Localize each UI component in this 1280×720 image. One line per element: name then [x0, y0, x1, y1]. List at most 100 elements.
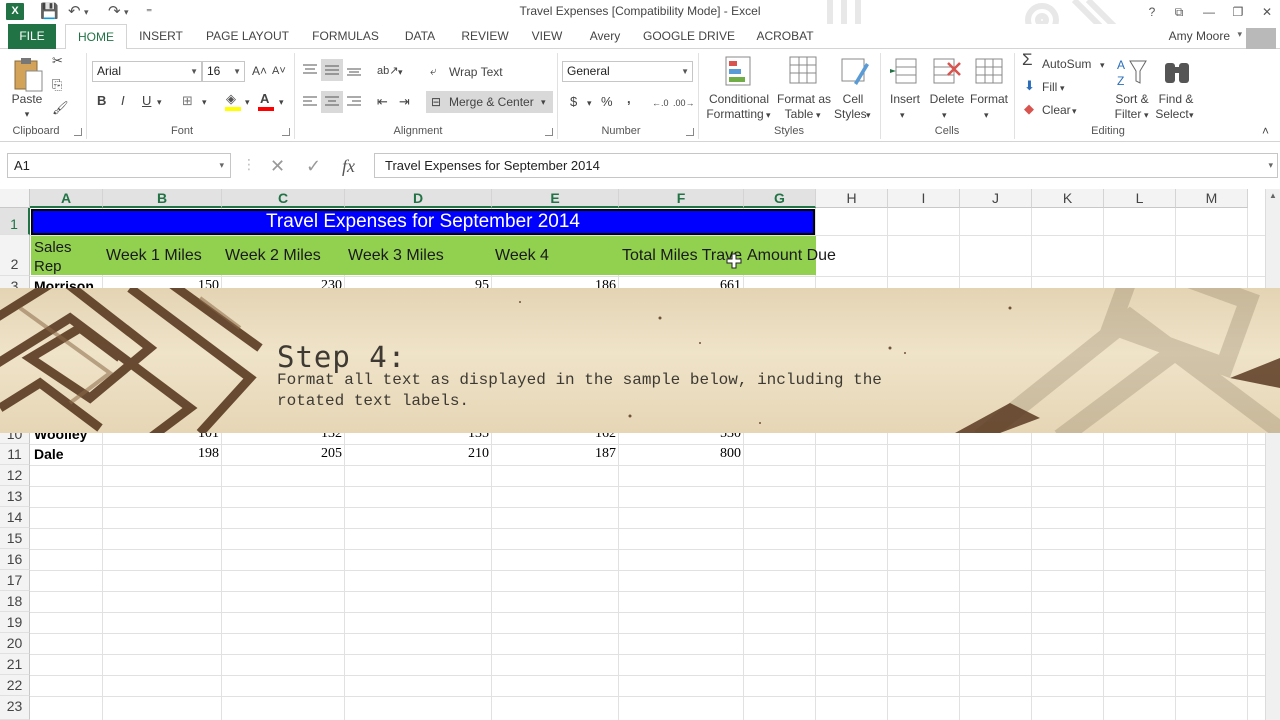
header-amount-due[interactable]: Amount Due	[747, 236, 836, 275]
grow-font-icon[interactable]: A˄	[252, 63, 267, 79]
tab-file[interactable]: FILE	[8, 24, 56, 49]
delete-cells-icon[interactable]	[932, 55, 962, 89]
tab-page-layout[interactable]: PAGE LAYOUT	[200, 24, 295, 49]
row-header-11[interactable]: 11	[0, 444, 30, 465]
insert-cells-icon[interactable]	[890, 55, 920, 89]
undo-dropdown-icon[interactable]: ▾	[84, 2, 89, 22]
top-align-icon[interactable]	[302, 63, 318, 77]
tab-acrobat[interactable]: ACROBAT	[750, 24, 820, 49]
chevron-down-icon[interactable]: ▾	[1060, 81, 1065, 95]
currency-icon[interactable]: $	[570, 94, 577, 110]
column-header-c[interactable]: C	[222, 189, 345, 208]
middle-align-icon[interactable]	[321, 59, 343, 81]
currency-dropdown-icon[interactable]: ▾	[587, 95, 592, 111]
font-size-select[interactable]: 16 ▼	[202, 61, 245, 82]
font-color-icon[interactable]: A	[260, 91, 269, 107]
orientation-icon[interactable]: ab↗	[377, 63, 398, 79]
row-header-2[interactable]: 2	[0, 235, 30, 276]
fill-button[interactable]: Fill	[1042, 80, 1057, 94]
tab-data[interactable]: DATA	[396, 24, 444, 49]
cancel-icon[interactable]: ✕	[270, 154, 285, 178]
align-left-icon[interactable]	[302, 95, 318, 109]
chevron-down-icon[interactable]: ▾	[984, 108, 989, 122]
worksheet-grid[interactable]: A B C D E F G H I J K L M 1 2 3 10 11 12…	[0, 189, 1280, 720]
column-header-m[interactable]: M	[1176, 189, 1248, 208]
comma-style-icon[interactable]: ,	[627, 91, 631, 107]
vertical-scrollbar[interactable]: ▲	[1265, 189, 1280, 720]
format-as-table-label-1[interactable]: Format as	[776, 92, 832, 106]
tab-google-drive[interactable]: GOOGLE DRIVE	[640, 24, 738, 49]
autosum-button[interactable]: AutoSum	[1042, 57, 1091, 71]
cell-styles-icon[interactable]	[840, 55, 870, 89]
clipboard-launcher-icon[interactable]	[74, 128, 82, 136]
decrease-indent-icon[interactable]: ⇤	[377, 94, 388, 110]
chevron-down-icon[interactable]: ▾	[1144, 108, 1149, 122]
column-header-i[interactable]: I	[888, 189, 960, 208]
find-select-label-1[interactable]: Find &	[1156, 92, 1196, 106]
column-header-k[interactable]: K	[1032, 189, 1104, 208]
insert-cells-button[interactable]: Insert	[886, 92, 924, 106]
row-header-1[interactable]: 1	[0, 208, 30, 235]
customize-toolbar-icon[interactable]: ⁼	[146, 2, 152, 22]
sort-filter-label-1[interactable]: Sort &	[1112, 92, 1152, 106]
title-cell-a1[interactable]: Travel Expenses for September 2014	[31, 209, 815, 235]
number-launcher-icon[interactable]	[686, 128, 694, 136]
collapse-ribbon-icon[interactable]: ˄	[1262, 123, 1269, 139]
undo-icon[interactable]: ↶	[68, 2, 81, 22]
formula-input[interactable]: Travel Expenses for September 2014 ▾	[374, 153, 1278, 178]
underline-dropdown-icon[interactable]: ▾	[157, 94, 162, 110]
cut-icon[interactable]: ✂	[52, 53, 63, 69]
header-sales-rep[interactable]: Sales Rep	[34, 238, 72, 276]
row-header-16[interactable]: 16	[0, 549, 30, 570]
chevron-down-icon[interactable]: ▾	[1072, 104, 1077, 118]
alignment-launcher-icon[interactable]	[545, 128, 553, 136]
fill-dropdown-icon[interactable]: ▾	[245, 94, 250, 110]
increase-indent-icon[interactable]: ⇥	[399, 94, 410, 110]
chevron-down-icon[interactable]: ▾	[866, 108, 871, 122]
increase-decimal-icon[interactable]: ←.0	[652, 95, 669, 111]
paste-button[interactable]: Paste	[10, 92, 44, 106]
orientation-dropdown-icon[interactable]: ▾	[398, 64, 403, 80]
cell-a11-name[interactable]: Dale	[34, 445, 64, 463]
wrap-text-button[interactable]: Wrap Text	[449, 65, 503, 79]
row-header-15[interactable]: 15	[0, 528, 30, 549]
row-header-17[interactable]: 17	[0, 570, 30, 591]
sort-filter-label-2[interactable]: Filter	[1112, 107, 1144, 121]
user-name[interactable]: Amy Moore	[1169, 29, 1230, 43]
find-select-icon[interactable]	[1162, 55, 1194, 89]
format-cells-button[interactable]: Format	[968, 92, 1010, 106]
align-right-icon[interactable]	[346, 95, 362, 109]
tab-home[interactable]: HOME	[65, 24, 127, 50]
borders-dropdown-icon[interactable]: ▾	[202, 94, 207, 110]
header-week-1-miles[interactable]: Week 1 Miles	[106, 236, 202, 275]
column-header-l[interactable]: L	[1104, 189, 1176, 208]
row-header-23[interactable]: 23	[0, 696, 30, 720]
name-box[interactable]: A1 ▾	[7, 153, 231, 178]
copy-icon[interactable]: ⎘	[52, 77, 62, 93]
bottom-align-icon[interactable]	[346, 63, 362, 77]
cell-c11[interactable]: 205	[222, 445, 342, 463]
bold-icon[interactable]: B	[97, 93, 106, 109]
font-name-select[interactable]: Arial ▼	[92, 61, 202, 82]
cell-e11[interactable]: 187	[492, 445, 616, 463]
tab-review[interactable]: REVIEW	[456, 24, 514, 49]
save-icon[interactable]: 💾	[40, 2, 59, 22]
row-header-14[interactable]: 14	[0, 507, 30, 528]
header-week-2-miles[interactable]: Week 2 Miles	[225, 236, 321, 275]
chevron-down-icon[interactable]: ▾	[816, 108, 821, 122]
cell-b11[interactable]: 198	[103, 445, 219, 463]
borders-icon[interactable]: ⊞	[182, 93, 193, 109]
merge-center-button[interactable]: ⊟ Merge & Center ▾	[426, 91, 553, 113]
format-as-table-label-2[interactable]: Table	[782, 107, 816, 121]
conditional-formatting-icon[interactable]	[724, 55, 754, 89]
column-header-d[interactable]: D	[345, 189, 492, 208]
find-select-label-2[interactable]: Select	[1154, 107, 1190, 121]
excel-logo-icon[interactable]: X	[6, 3, 24, 20]
paste-dropdown-icon[interactable]: ▾	[21, 107, 33, 121]
tab-insert[interactable]: INSERT	[134, 24, 188, 49]
help-button[interactable]: ?	[1139, 2, 1165, 22]
row-header-13[interactable]: 13	[0, 486, 30, 507]
tab-formulas[interactable]: FORMULAS	[307, 24, 384, 49]
number-format-select[interactable]: General ▼	[562, 61, 693, 82]
row-header-21[interactable]: 21	[0, 654, 30, 675]
